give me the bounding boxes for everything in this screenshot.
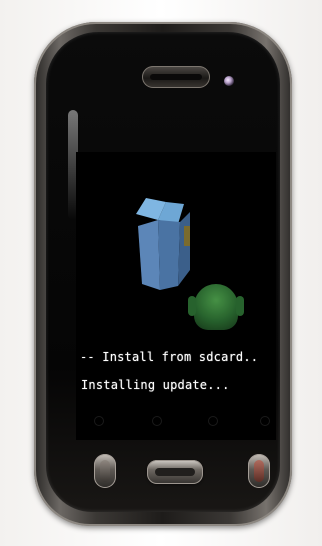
phone-front-bezel: -- Install from sdcard.. Installing upda…	[46, 32, 280, 512]
earpiece-speaker	[142, 66, 210, 88]
front-camera	[224, 76, 234, 86]
soft-key-menu[interactable]	[152, 416, 162, 426]
home-button[interactable]	[147, 460, 203, 484]
end-call-button[interactable]	[248, 454, 270, 488]
phone-screen: -- Install from sdcard.. Installing upda…	[76, 152, 276, 440]
capacitive-keys	[76, 416, 276, 426]
install-from-sdcard-text: -- Install from sdcard..	[80, 350, 259, 364]
soft-key-back[interactable]	[94, 416, 104, 426]
installing-update-text: Installing update...	[81, 378, 230, 392]
smartphone: -- Install from sdcard.. Installing upda…	[34, 22, 292, 526]
soft-key-search[interactable]	[260, 416, 270, 426]
android-update-box-icon	[128, 180, 198, 310]
soft-key-home[interactable]	[208, 416, 218, 426]
android-robot-icon	[188, 284, 244, 330]
call-button[interactable]	[94, 454, 116, 488]
